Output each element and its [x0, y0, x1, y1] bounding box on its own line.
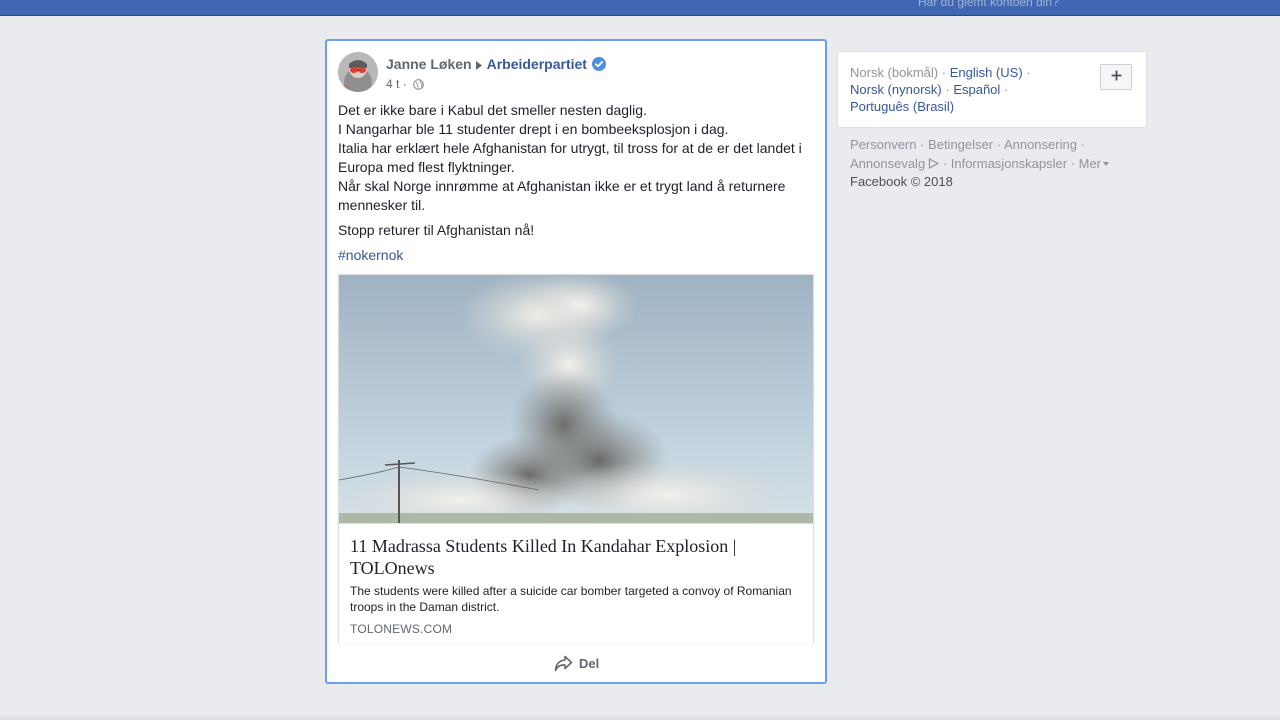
attachment-domain: TOLONEWS.COM: [350, 622, 453, 636]
add-language-button[interactable]: [1100, 64, 1132, 90]
attachment-description: The students were killed after a suicide…: [350, 584, 792, 614]
bottom-edge: [0, 714, 1280, 720]
page-name-link[interactable]: Arbeiderpartiet: [487, 56, 587, 72]
language-link-portugues[interactable]: Português (Brasil): [850, 99, 954, 114]
share-label: Del: [579, 656, 600, 671]
verified-badge-icon: [591, 57, 606, 74]
footer-link-more[interactable]: Mer: [1079, 153, 1110, 171]
footer-links: Personvern · Betingelser · Annonsering ·…: [850, 136, 1130, 190]
share-button[interactable]: Del: [554, 655, 599, 672]
hashtag-link[interactable]: #nokernok: [338, 247, 403, 263]
footer-link-adchoices[interactable]: Annonsevalg: [850, 156, 940, 173]
avatar[interactable]: [338, 52, 378, 92]
post-header: Janne Løken Arbeiderpartiet: [386, 56, 606, 74]
meta-separator: ·: [402, 77, 407, 91]
footer-link-terms[interactable]: Betingelser: [928, 137, 993, 152]
footer-link-cookies[interactable]: Informasjonskapsler: [951, 156, 1067, 171]
triangle-right-icon: [475, 57, 482, 73]
top-navigation-bar: Har du glemt kontoen din?: [0, 0, 1280, 16]
attachment-title[interactable]: 11 Madrassa Students Killed In Kandahar …: [350, 535, 790, 579]
post-paragraph: I Nangarhar ble 11 studenter drept i en …: [338, 121, 729, 137]
current-language: Norsk (bokmål): [850, 65, 939, 80]
language-link-english[interactable]: English (US): [950, 65, 1023, 80]
copyright: Facebook © 2018: [850, 174, 953, 189]
globe-icon[interactable]: [413, 79, 424, 93]
timestamp-link[interactable]: 4 t: [386, 77, 399, 91]
share-arrow-icon: [554, 655, 579, 672]
post-meta: 4 t ·: [386, 77, 424, 93]
post-paragraph: Italia har erklært hele Afghanistan for …: [338, 140, 802, 175]
post-paragraph: Når skal Norge innrømme at Afghanistan i…: [338, 178, 786, 213]
forgot-account-link[interactable]: Har du glemt kontoen din?: [918, 0, 1059, 9]
attachment-image[interactable]: [339, 275, 813, 523]
post-card: Janne Løken Arbeiderpartiet 4 t · Det er …: [325, 39, 827, 684]
author-name-link[interactable]: Janne Løken: [386, 56, 472, 72]
footer-link-privacy[interactable]: Personvern: [850, 137, 916, 152]
language-list: Norsk (bokmål) · English (US) · Norsk (n…: [850, 65, 1031, 114]
language-link-espanol[interactable]: Español: [953, 82, 1000, 97]
adchoices-icon: [928, 156, 940, 173]
language-selector: Norsk (bokmål) · English (US) · Norsk (n…: [837, 51, 1147, 128]
attachment-details[interactable]: 11 Madrassa Students Killed In Kandahar …: [339, 523, 813, 643]
plus-icon: [1111, 68, 1122, 86]
post-paragraph: Det er ikke bare i Kabul det smeller nes…: [338, 102, 647, 118]
post-closing: Stopp returer til Afghanistan nå!: [338, 222, 535, 238]
post-text: Det er ikke bare i Kabul det smeller nes…: [338, 101, 812, 265]
caret-down-icon: [1103, 153, 1110, 170]
language-link-nynorsk[interactable]: Norsk (nynorsk): [850, 82, 942, 97]
footer-link-advertising[interactable]: Annonsering: [1004, 137, 1077, 152]
link-attachment[interactable]: 11 Madrassa Students Killed In Kandahar …: [338, 274, 814, 643]
